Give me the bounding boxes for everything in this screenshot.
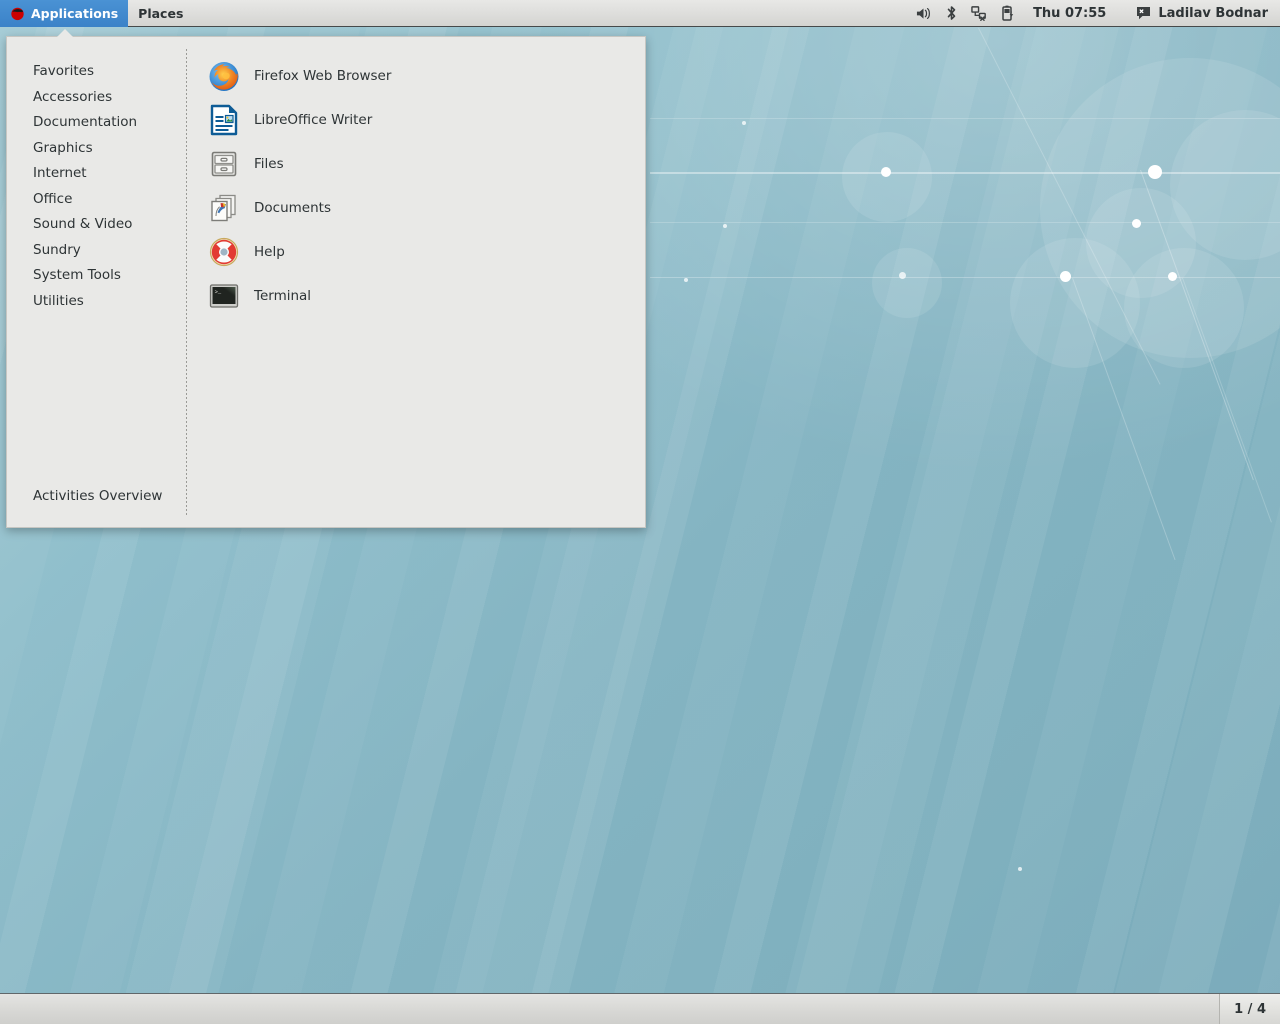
overview-wrapper: Activities Overview <box>7 482 186 527</box>
volume-icon[interactable] <box>915 5 932 22</box>
wallpaper-line <box>650 118 1280 119</box>
category-item-label: Sundry <box>33 242 81 258</box>
category-item-sundry[interactable]: Sundry <box>7 238 186 264</box>
message-icon <box>1135 5 1152 22</box>
category-item-label: Sound & Video <box>33 216 132 232</box>
category-item-graphics[interactable]: Graphics <box>7 136 186 162</box>
category-item-documentation[interactable]: Documentation <box>7 110 186 136</box>
bluetooth-icon[interactable] <box>943 5 960 22</box>
activities-overview-label: Activities Overview <box>33 488 162 504</box>
wallpaper-dot <box>899 272 906 279</box>
app-item-label: LibreOffice Writer <box>254 112 372 128</box>
category-list: Favorites Accessories Documentation Graphic… <box>7 59 186 314</box>
activities-overview-item[interactable]: Activities Overview <box>7 482 186 510</box>
app-item-terminal[interactable]: >_ Terminal <box>186 274 645 318</box>
wallpaper-dot <box>1060 271 1071 282</box>
category-item-label: Documentation <box>33 114 137 130</box>
category-item-accessories[interactable]: Accessories <box>7 85 186 111</box>
bottom-panel: 1 / 4 <box>0 993 1280 1024</box>
wallpaper-line <box>650 172 1280 174</box>
app-item-label: Firefox Web Browser <box>254 68 391 84</box>
wallpaper-dot <box>742 121 746 125</box>
app-item-documents[interactable]: Documents <box>186 186 645 230</box>
help-icon <box>208 236 240 268</box>
category-item-sound-video[interactable]: Sound & Video <box>7 212 186 238</box>
menu-separator <box>186 49 187 517</box>
category-item-office[interactable]: Office <box>7 187 186 213</box>
menu-notch <box>57 29 73 37</box>
category-item-label: System Tools <box>33 267 121 283</box>
app-item-help[interactable]: Help <box>186 230 645 274</box>
terminal-icon: >_ <box>208 280 240 312</box>
user-menu-button[interactable]: Ladilav Bodnar <box>1123 5 1268 22</box>
category-item-system-tools[interactable]: System Tools <box>7 263 186 289</box>
application-list: Firefox Web Browser LibreOffice Writer F… <box>186 37 645 527</box>
clock[interactable]: Thu 07:55 <box>1027 6 1112 21</box>
workspace-switcher[interactable]: 1 / 4 <box>1219 994 1280 1024</box>
system-tray: Thu 07:55 Ladilav Bodnar <box>915 5 1280 22</box>
redhat-logo-icon <box>10 6 25 21</box>
category-item-label: Internet <box>33 165 87 181</box>
category-item-internet[interactable]: Internet <box>7 161 186 187</box>
app-item-files[interactable]: Files <box>186 142 645 186</box>
wallpaper-circle <box>1010 238 1140 368</box>
top-panel: Applications Places <box>0 0 1280 27</box>
app-item-label: Terminal <box>254 288 311 304</box>
places-menu-label: Places <box>138 6 183 21</box>
applications-menu-button[interactable]: Applications <box>0 0 128 27</box>
user-name-label: Ladilav Bodnar <box>1158 6 1268 21</box>
battery-charging-icon[interactable] <box>999 5 1016 22</box>
wallpaper-dot <box>881 167 891 177</box>
wallpaper-dot <box>1132 219 1141 228</box>
applications-menu-label: Applications <box>31 6 118 21</box>
places-menu-button[interactable]: Places <box>128 0 193 27</box>
app-item-libreoffice-writer[interactable]: LibreOffice Writer <box>186 98 645 142</box>
wallpaper-circle <box>872 248 942 318</box>
app-item-label: Files <box>254 156 284 172</box>
category-item-label: Utilities <box>33 293 84 309</box>
libreoffice-writer-icon <box>208 104 240 136</box>
category-item-label: Office <box>33 191 72 207</box>
category-sidebar: Favorites Accessories Documentation Graphic… <box>7 37 186 527</box>
category-item-label: Favorites <box>33 63 94 79</box>
app-item-label: Documents <box>254 200 331 216</box>
app-item-firefox-web-browser[interactable]: Firefox Web Browser <box>186 54 645 98</box>
firefox-icon <box>208 60 240 92</box>
wallpaper-dot <box>1168 272 1177 281</box>
wallpaper-dot <box>1148 165 1162 179</box>
wallpaper-dot <box>1018 867 1022 871</box>
wallpaper-circle <box>842 132 932 222</box>
wallpaper-dot <box>684 278 688 282</box>
app-item-label: Help <box>254 244 285 260</box>
wallpaper-dot <box>723 224 727 228</box>
category-item-utilities[interactable]: Utilities <box>7 289 186 315</box>
category-item-favorites[interactable]: Favorites <box>7 59 186 85</box>
files-icon <box>208 148 240 180</box>
wallpaper-line <box>650 277 1280 278</box>
network-disconnected-icon[interactable] <box>971 5 988 22</box>
category-item-label: Accessories <box>33 89 112 105</box>
svg-text:>_: >_ <box>215 290 222 296</box>
documents-icon <box>208 192 240 224</box>
wallpaper-line <box>650 222 1280 223</box>
workspace-indicator-label: 1 / 4 <box>1234 1002 1266 1017</box>
applications-menu-popup: Favorites Accessories Documentation Graphic… <box>6 36 646 528</box>
category-item-label: Graphics <box>33 140 93 156</box>
